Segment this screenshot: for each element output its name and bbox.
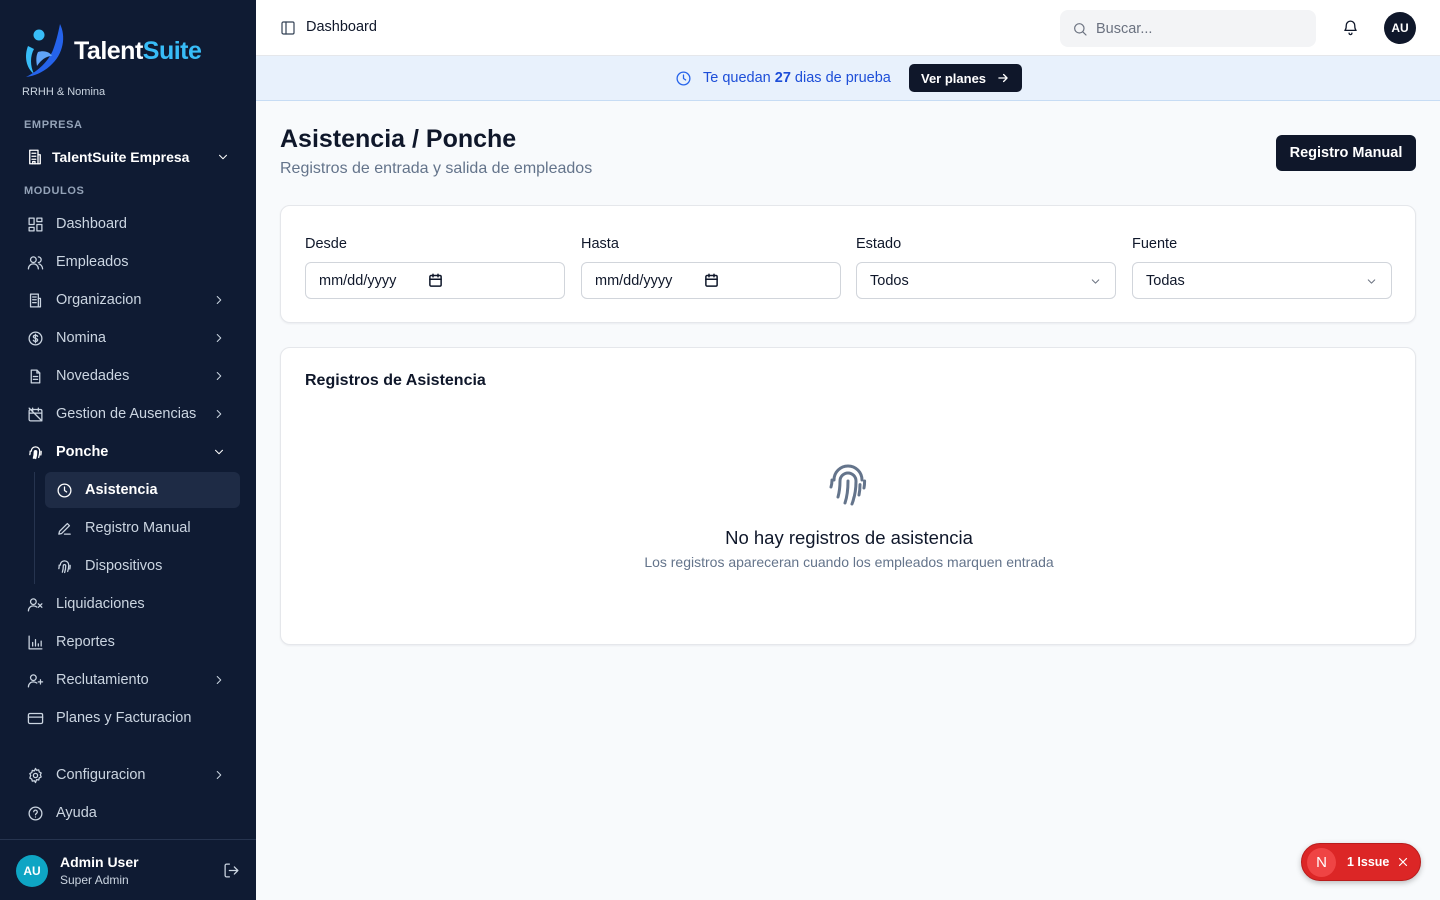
to-date-input[interactable]: mm/dd/yyyy bbox=[581, 262, 841, 299]
from-date-input[interactable]: mm/dd/yyyy bbox=[305, 262, 565, 299]
chevron-down-icon bbox=[214, 449, 224, 455]
user-avatar[interactable]: AU bbox=[16, 855, 48, 887]
trial-banner: Te quedan 27 dias de prueba Ver planes bbox=[256, 56, 1440, 101]
sidebar-item-liquidaciones[interactable]: Liquidaciones bbox=[16, 586, 240, 622]
fingerprint-icon bbox=[829, 464, 867, 506]
chevron-right-icon bbox=[216, 675, 222, 685]
credit-card-icon bbox=[27, 712, 44, 724]
sidebar-item-planes[interactable]: Planes y Facturacion bbox=[16, 700, 240, 736]
page-title: Asistencia / Ponche bbox=[280, 125, 517, 153]
sidebar-item-ponche[interactable]: Ponche bbox=[16, 434, 240, 470]
sidebar-item-reportes[interactable]: Reportes bbox=[16, 624, 240, 660]
pencil-icon bbox=[58, 522, 71, 535]
sidebar-item-organizacion[interactable]: Organizacion bbox=[16, 282, 240, 318]
source-label: Fuente bbox=[1132, 236, 1178, 252]
brand-subtitle: RRHH & Nomina bbox=[22, 86, 106, 98]
empty-state-title: No hay registros de asistencia bbox=[725, 527, 973, 548]
user-name: Admin User bbox=[60, 854, 139, 870]
source-select[interactable]: Todas bbox=[1132, 262, 1392, 299]
empty-state-subtitle: Los registros apareceran cuando los empl… bbox=[644, 554, 1054, 570]
help-circle-icon bbox=[28, 805, 43, 821]
breadcrumb[interactable]: Dashboard bbox=[306, 19, 377, 35]
to-label: Hasta bbox=[581, 236, 619, 252]
gear-icon bbox=[29, 767, 42, 783]
grid-icon bbox=[28, 216, 43, 232]
search-input[interactable] bbox=[1096, 20, 1296, 37]
sidebar-subitem-asistencia[interactable]: Asistencia bbox=[45, 472, 240, 508]
chevron-down-icon bbox=[1091, 279, 1100, 284]
chevron-down-icon bbox=[1367, 279, 1376, 284]
dollar-circle-icon bbox=[28, 330, 43, 346]
sidebar: TalentSuite RRHH & Nomina EMPRESA Talent… bbox=[0, 0, 256, 900]
search-box bbox=[1060, 10, 1316, 47]
sidebar-item-configuracion[interactable]: Configuracion bbox=[16, 757, 240, 793]
sidebar-item-ausencias[interactable]: Gestion de Ausencias bbox=[16, 396, 240, 432]
search-icon bbox=[1074, 22, 1087, 36]
sidebar-item-reclutamiento[interactable]: Reclutamiento bbox=[16, 662, 240, 698]
status-label: Estado bbox=[856, 236, 902, 252]
modules-section-label: MODULOS bbox=[24, 185, 85, 197]
page-subtitle: Registros de entrada y salida de emplead… bbox=[280, 160, 593, 177]
trial-text: Te quedan 27 dias de prueba bbox=[703, 70, 891, 86]
from-label: Desde bbox=[305, 236, 347, 252]
sidebar-user-footer: AU Admin User Super Admin bbox=[0, 839, 256, 900]
brand-name: TalentSuite bbox=[74, 36, 202, 65]
sidebar-item-ayuda[interactable]: Ayuda bbox=[16, 795, 240, 831]
user-plus-icon bbox=[27, 673, 44, 688]
sidebar-item-novedades[interactable]: Novedades bbox=[16, 358, 240, 394]
company-section-label: EMPRESA bbox=[24, 119, 83, 131]
submenu-rail bbox=[34, 472, 35, 584]
header-avatar[interactable]: AU bbox=[1384, 12, 1416, 44]
arrow-right-icon bbox=[998, 73, 1008, 83]
view-plans-button[interactable]: Ver planes bbox=[909, 64, 1022, 92]
clock-icon bbox=[57, 482, 72, 498]
chevron-right-icon bbox=[216, 371, 222, 381]
sidebar-toggle-icon[interactable] bbox=[280, 20, 296, 36]
chevron-right-icon bbox=[216, 770, 222, 780]
status-select[interactable]: Todos bbox=[856, 262, 1116, 299]
records-title: Registros de Asistencia bbox=[305, 372, 486, 389]
calendar-off-icon bbox=[28, 406, 43, 422]
top-header: Dashboard AU bbox=[256, 0, 1440, 56]
sidebar-item-empleados[interactable]: Empleados bbox=[16, 244, 240, 280]
calendar-icon[interactable] bbox=[704, 273, 719, 288]
brand-logo[interactable]: TalentSuite bbox=[20, 22, 202, 80]
manual-record-button[interactable]: Registro Manual bbox=[1276, 135, 1416, 171]
users-icon bbox=[27, 255, 44, 270]
logout-icon[interactable] bbox=[223, 862, 240, 879]
records-card: Registros de Asistencia No hay registros… bbox=[280, 347, 1416, 645]
issue-count: 1 Issue bbox=[1347, 855, 1390, 869]
close-icon[interactable] bbox=[1397, 856, 1409, 868]
issue-badge[interactable]: N 1 Issue bbox=[1301, 843, 1421, 881]
talentsuite-logo-icon bbox=[26, 24, 64, 77]
user-role: Super Admin bbox=[60, 873, 129, 887]
calendar-icon[interactable] bbox=[428, 273, 443, 288]
sidebar-item-dashboard[interactable]: Dashboard bbox=[16, 206, 240, 242]
filters-card: Desde mm/dd/yyyy Hasta mm/dd/yyyy Estado… bbox=[280, 205, 1416, 323]
bar-chart-icon bbox=[28, 634, 43, 650]
chevron-down-icon bbox=[218, 154, 228, 160]
next-logo-icon: N bbox=[1307, 848, 1336, 877]
fingerprint-icon bbox=[29, 445, 42, 459]
company-name: TalentSuite Empresa bbox=[52, 149, 190, 165]
bell-icon[interactable] bbox=[1342, 19, 1359, 36]
chevron-right-icon bbox=[216, 409, 222, 419]
fingerprint-icon bbox=[58, 559, 71, 573]
company-selector[interactable]: TalentSuite Empresa bbox=[16, 140, 240, 174]
sidebar-subitem-dispositivos[interactable]: Dispositivos bbox=[45, 548, 240, 584]
building-icon bbox=[29, 149, 41, 165]
chevron-right-icon bbox=[216, 333, 222, 343]
clock-icon bbox=[676, 71, 691, 86]
user-x-icon bbox=[27, 597, 43, 612]
chevron-right-icon bbox=[216, 295, 222, 305]
sidebar-item-nomina[interactable]: Nomina bbox=[16, 320, 240, 356]
document-icon bbox=[30, 368, 41, 384]
sidebar-subitem-registro-manual[interactable]: Registro Manual bbox=[45, 510, 240, 546]
building-icon bbox=[29, 292, 42, 308]
